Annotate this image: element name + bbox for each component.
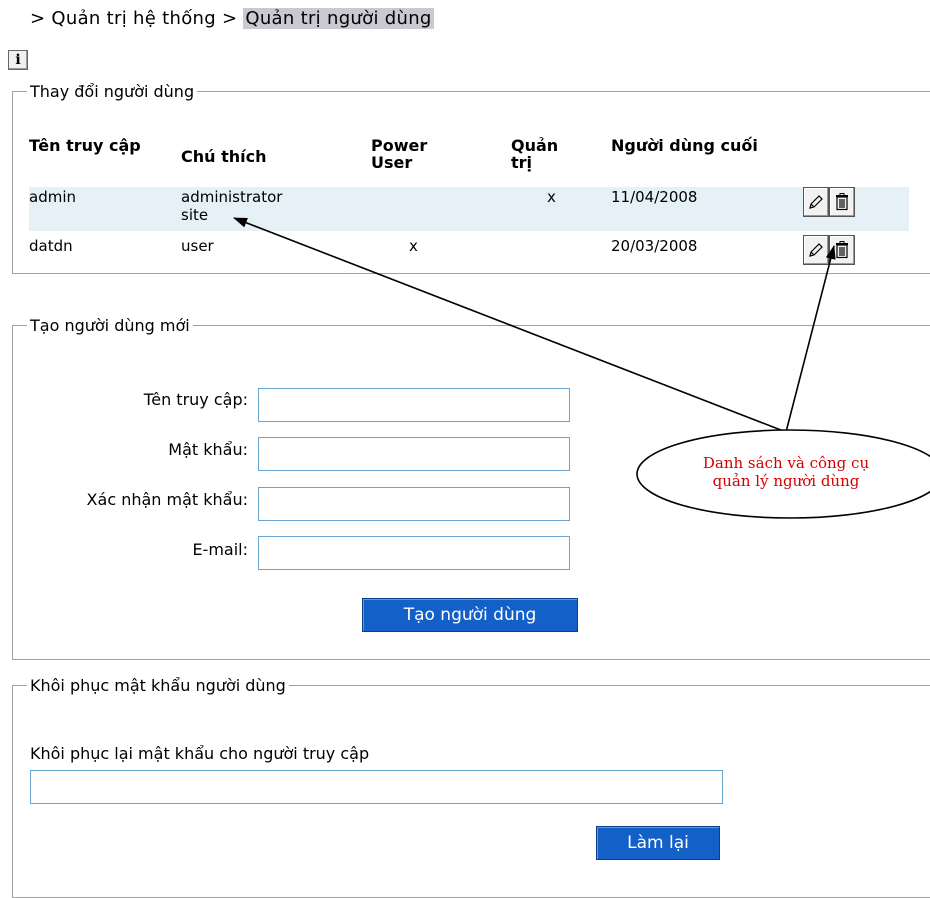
reset-password-button[interactable]: Làm lại bbox=[596, 826, 720, 860]
header-power-user: Power User bbox=[371, 136, 428, 172]
breadcrumb-system-link[interactable]: > Quản trị hệ thống > bbox=[30, 8, 237, 29]
cell-last-user: 11/04/2008 bbox=[611, 188, 698, 206]
cell-last-user: 20/03/2008 bbox=[611, 237, 698, 255]
trash-icon bbox=[836, 241, 848, 259]
edit-user-button[interactable] bbox=[803, 187, 829, 217]
recover-username-input[interactable] bbox=[30, 770, 723, 804]
delete-user-button[interactable] bbox=[829, 235, 855, 265]
delete-user-button[interactable] bbox=[829, 187, 855, 217]
table-row: datdn user x 20/03/2008 bbox=[29, 235, 909, 281]
cell-comment: administrator site bbox=[181, 188, 283, 224]
pencil-icon bbox=[809, 243, 823, 257]
confirm-password-label: Xác nhận mật khẩu: bbox=[86, 490, 248, 509]
cell-username: datdn bbox=[29, 237, 73, 255]
breadcrumb-current: Quản trị người dùng bbox=[243, 8, 434, 29]
pencil-icon bbox=[809, 195, 823, 209]
header-comment: Chú thích bbox=[181, 147, 267, 166]
confirm-password-input[interactable] bbox=[258, 487, 570, 521]
username-input[interactable] bbox=[258, 388, 570, 422]
info-icon[interactable]: i bbox=[8, 50, 28, 70]
cell-admin: x bbox=[547, 188, 556, 206]
password-input[interactable] bbox=[258, 437, 570, 471]
username-label: Tên truy cập: bbox=[143, 390, 248, 409]
recover-password-legend: Khôi phục mật khẩu người dùng bbox=[27, 676, 289, 695]
callout-line-2: quản lý người dùng bbox=[712, 472, 860, 490]
password-label: Mật khẩu: bbox=[168, 440, 248, 459]
callout-text: Danh sách và công cụ quản lý người dùng bbox=[676, 454, 896, 490]
cell-power-user: x bbox=[409, 237, 418, 255]
create-user-button[interactable]: Tạo người dùng bbox=[362, 598, 578, 632]
email-label: E-mail: bbox=[192, 540, 248, 559]
email-input[interactable] bbox=[258, 536, 570, 570]
edit-users-legend: Thay đổi người dùng bbox=[27, 82, 198, 101]
table-row: admin administrator site x 11/04/2008 bbox=[29, 187, 909, 231]
callout-line-1: Danh sách và công cụ bbox=[702, 454, 870, 472]
cell-username: admin bbox=[29, 188, 76, 206]
create-user-legend: Tạo người dùng mới bbox=[27, 316, 193, 335]
recover-prompt: Khôi phục lại mật khẩu cho người truy cậ… bbox=[30, 744, 370, 763]
header-admin: Quản trị bbox=[511, 136, 559, 172]
trash-icon bbox=[836, 193, 848, 211]
cell-comment: user bbox=[181, 237, 214, 255]
edit-users-panel: Thay đổi người dùng Tên truy cập Chú thí… bbox=[12, 82, 930, 274]
header-username: Tên truy cập bbox=[29, 136, 141, 155]
edit-user-button[interactable] bbox=[803, 235, 829, 265]
breadcrumb: > Quản trị hệ thống > Quản trị người dùn… bbox=[30, 8, 434, 29]
header-last-user: Người dùng cuối bbox=[611, 136, 758, 155]
